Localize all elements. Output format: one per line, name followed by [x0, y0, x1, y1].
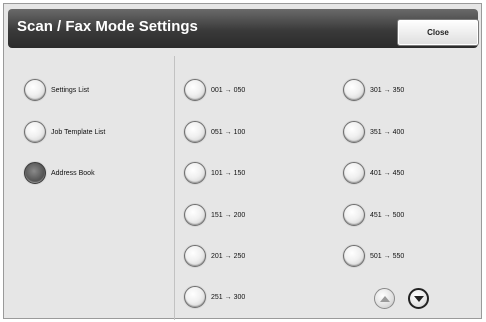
- option-address-book[interactable]: Address Book: [24, 162, 95, 184]
- range-001-050[interactable]: 001 → 050: [184, 79, 245, 101]
- radio-button[interactable]: [184, 121, 206, 143]
- range-501-550[interactable]: 501 → 550: [343, 245, 404, 267]
- range-451-500[interactable]: 451 → 500: [343, 204, 404, 226]
- radio-button[interactable]: [343, 79, 365, 101]
- range-201-250[interactable]: 201 → 250: [184, 245, 245, 267]
- range-label: 251 → 300: [211, 293, 246, 301]
- option-settings-list[interactable]: Settings List: [24, 79, 89, 101]
- option-label: Settings List: [51, 86, 90, 94]
- radio-button[interactable]: [184, 286, 206, 308]
- radio-button[interactable]: [184, 204, 206, 226]
- range-label: 501 → 550: [370, 252, 405, 260]
- radio-button[interactable]: [343, 162, 365, 184]
- radio-button[interactable]: [343, 121, 365, 143]
- radio-button[interactable]: [184, 162, 206, 184]
- column-divider: [174, 56, 175, 320]
- triangle-up-icon: [379, 295, 390, 302]
- radio-button[interactable]: [184, 245, 206, 267]
- range-label: 451 → 500: [370, 211, 405, 219]
- range-label: 301 → 350: [370, 86, 405, 94]
- option-label: Job Template List: [51, 128, 106, 136]
- radio-button[interactable]: [343, 245, 365, 267]
- range-101-150[interactable]: 101 → 150: [184, 162, 245, 184]
- close-button[interactable]: Close: [397, 19, 479, 46]
- range-label: 201 → 250: [211, 252, 246, 260]
- page-title: Scan / Fax Mode Settings: [17, 18, 198, 35]
- range-351-400[interactable]: 351 → 400: [343, 121, 404, 143]
- option-job-template-list[interactable]: Job Template List: [24, 121, 105, 143]
- range-401-450[interactable]: 401 → 450: [343, 162, 404, 184]
- scroll-down-button[interactable]: [408, 288, 429, 309]
- triangle-down-icon: [413, 295, 424, 302]
- range-label: 351 → 400: [370, 128, 405, 136]
- radio-button[interactable]: [24, 121, 46, 143]
- radio-button-selected[interactable]: [24, 162, 46, 184]
- radio-button[interactable]: [184, 79, 206, 101]
- range-151-200[interactable]: 151 → 200: [184, 204, 245, 226]
- range-label: 151 → 200: [211, 211, 246, 219]
- range-label: 101 → 150: [211, 169, 246, 177]
- option-label: Address Book: [51, 169, 95, 177]
- range-label: 401 → 450: [370, 169, 405, 177]
- radio-button[interactable]: [24, 79, 46, 101]
- range-label: 051 → 100: [211, 128, 246, 136]
- settings-screen: Scan / Fax Mode Settings Close Settings …: [3, 3, 482, 320]
- range-051-100[interactable]: 051 → 100: [184, 121, 245, 143]
- range-label: 001 → 050: [211, 86, 246, 94]
- scroll-up-button[interactable]: [374, 288, 395, 309]
- title-bar: Scan / Fax Mode Settings Close: [8, 9, 479, 48]
- range-251-300[interactable]: 251 → 300: [184, 286, 245, 308]
- radio-button[interactable]: [343, 204, 365, 226]
- range-301-350[interactable]: 301 → 350: [343, 79, 404, 101]
